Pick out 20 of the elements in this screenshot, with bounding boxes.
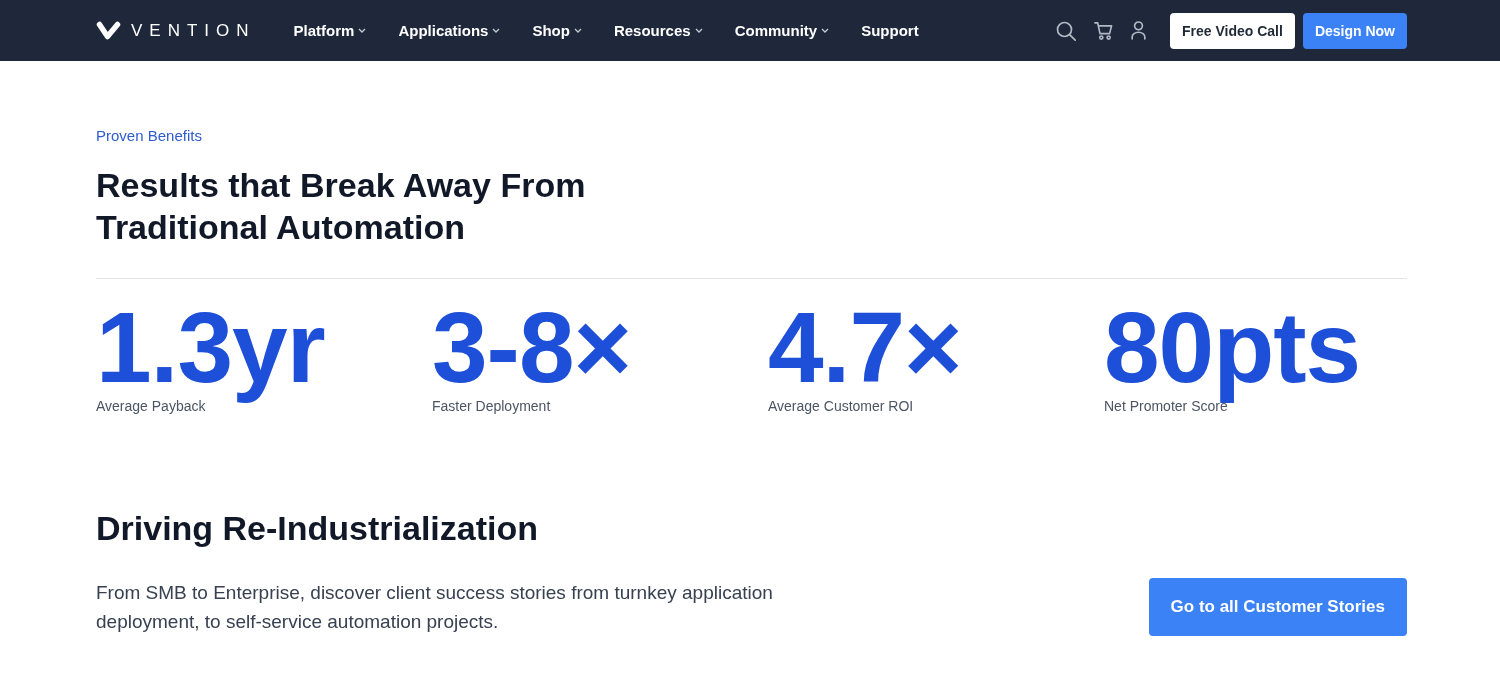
nav-link[interactable]: Platform [293, 22, 367, 39]
nav-link[interactable]: Support [861, 22, 919, 39]
stat-label: Faster Deployment [432, 397, 551, 415]
user-account-icon[interactable] [1130, 21, 1146, 40]
logo-icon [96, 21, 121, 40]
section-eyebrow: Proven Benefits [96, 126, 202, 146]
nav-link[interactable]: Applications [398, 22, 501, 39]
cart-icon[interactable] [1093, 21, 1113, 40]
customer-stories-button[interactable]: Go to all Customer Stories [1148, 578, 1407, 636]
section-heading: Results that Break Away From Traditional Automation [96, 165, 587, 248]
search-icon[interactable] [1055, 20, 1076, 41]
design-now-button[interactable]: Design Now [1302, 12, 1407, 49]
logo-link[interactable]: VENTION [96, 20, 256, 41]
section-description: From SMB to Enterprise, discover client success stories from turnkey application deployment, to self-service automation projects. [96, 581, 774, 634]
nav-link[interactable]: Community [734, 22, 830, 39]
nav-link[interactable]: Resources [613, 22, 703, 39]
stat-label: Average Customer ROI [768, 397, 914, 415]
free-video-call-button[interactable]: Free Video Call [1169, 12, 1295, 49]
nav-link[interactable]: Shop [532, 22, 582, 39]
section-heading: Driving Re-Industrialization [96, 508, 539, 549]
